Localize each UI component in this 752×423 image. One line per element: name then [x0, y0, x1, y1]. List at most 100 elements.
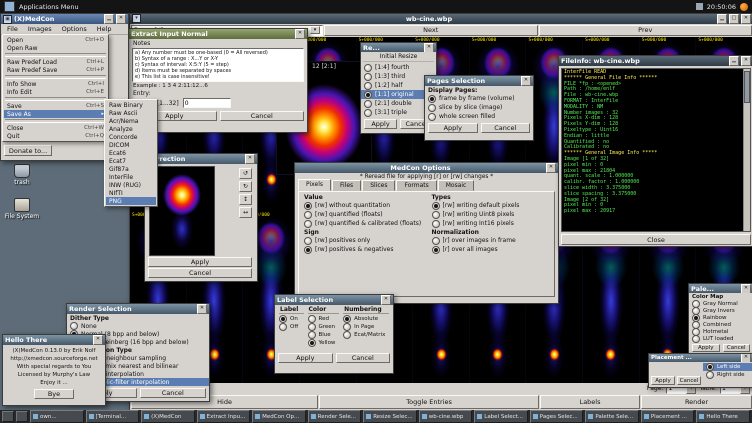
toggle-entries-button[interactable]: Toggle Entries — [319, 395, 539, 409]
placement-titlebar[interactable]: Placement ... ✕ — [649, 354, 752, 362]
menu-item[interactable] — [5, 119, 106, 123]
correction-preview-image[interactable] — [149, 166, 215, 256]
tab[interactable]: Pixels — [298, 179, 331, 191]
tray-icon[interactable] — [696, 3, 703, 10]
radio-option[interactable]: Absolute — [341, 315, 391, 323]
taskbar-button[interactable]: Label Select... — [474, 410, 528, 423]
render-titlebar[interactable]: Render Selection ✕ — [67, 304, 209, 314]
radio-option[interactable]: [rw] positives & negatives — [301, 245, 425, 254]
radio-option[interactable]: Combined — [689, 321, 752, 328]
taskbar-button[interactable]: Render Sele... — [308, 410, 362, 423]
transform-tool-button[interactable]: ↕ — [239, 194, 252, 205]
apply-button[interactable]: Apply — [428, 123, 478, 133]
pages-titlebar[interactable]: Pages Selection ✕ — [425, 76, 533, 86]
radio-option[interactable]: [rw] writing Int16 pixels — [429, 219, 553, 228]
radio-option[interactable]: [rw] without quantitation — [301, 201, 425, 210]
menu-item[interactable]: Close Ctrl+W — [4, 124, 107, 132]
close-button[interactable]: ✕ — [424, 43, 434, 52]
menu-item[interactable]: Raw Predef Save Ctrl+P — [4, 66, 107, 74]
palette-titlebar[interactable]: Pale... ✕ — [689, 284, 752, 293]
close-button[interactable]: ✕ — [741, 284, 751, 293]
close-button[interactable]: ✕ — [741, 354, 751, 362]
radio-option[interactable]: frame by frame (volume) — [425, 94, 533, 103]
menu-item[interactable]: Raw Predef Load Ctrl+L — [4, 58, 107, 66]
apply-button[interactable]: Apply — [651, 376, 675, 385]
labels-button[interactable]: Labels — [540, 395, 640, 409]
workspace-switcher-icon[interactable] — [16, 411, 28, 422]
submenu-item[interactable]: Raw Ascii — [106, 109, 156, 117]
minimize-button[interactable]: ▁ — [729, 56, 739, 66]
close-button[interactable]: ✕ — [546, 163, 556, 173]
menu-item[interactable]: Open Ctrl+O — [4, 36, 107, 44]
applications-menu[interactable]: Applications Menu — [19, 3, 79, 11]
radio-option[interactable]: [rw] positives only — [301, 236, 425, 245]
minimize-button[interactable]: ▁ — [717, 14, 727, 24]
menu-item[interactable]: Open Raw — [4, 44, 107, 52]
tab[interactable]: Formats — [396, 180, 436, 191]
taskbar-button[interactable]: Hello There — [696, 410, 750, 423]
radio-option[interactable]: whole screen filled — [425, 112, 533, 121]
taskbar-button[interactable]: MedCon Op... — [252, 410, 306, 423]
fileinfo-scrollbar[interactable] — [743, 69, 750, 231]
scrollbar-thumb[interactable] — [744, 71, 750, 103]
radio-option[interactable]: Right side — [703, 371, 752, 379]
minimize-button[interactable]: ▁ — [104, 14, 114, 24]
menu-item[interactable] — [5, 97, 106, 101]
fileinfo-close-button[interactable]: Close — [561, 234, 751, 245]
apply-button[interactable]: Apply — [692, 344, 720, 352]
cancel-button[interactable]: Cancel — [481, 123, 531, 133]
medcon-titlebar[interactable]: ▣ (X)MedCon ▁ ✕ — [1, 14, 128, 24]
submenu-item[interactable]: InterFile — [106, 173, 156, 181]
show-desktop-icon[interactable] — [2, 411, 14, 422]
radio-option[interactable]: slice by slice (image) — [425, 103, 533, 112]
menu-item[interactable]: Save Ctrl+S — [4, 102, 107, 110]
bye-button[interactable]: Bye — [34, 389, 74, 399]
menu-item[interactable] — [5, 53, 106, 57]
hello-titlebar[interactable]: Hello There ✕ — [3, 335, 105, 345]
options-titlebar[interactable]: MedCon Options ✕ — [295, 163, 558, 173]
close-button[interactable]: ✕ — [93, 335, 103, 345]
taskbar-button[interactable]: Extract Inpu... — [197, 410, 251, 423]
render-button[interactable]: Render — [641, 395, 752, 409]
close-button[interactable]: ✕ — [116, 14, 126, 24]
menu-bar-item[interactable]: File — [3, 25, 22, 33]
tab[interactable]: Slices — [362, 180, 395, 191]
taskbar-button[interactable]: (X)MedCon — [141, 410, 195, 423]
taskbar-button[interactable]: Palette Sele... — [585, 410, 639, 423]
radio-option[interactable]: Ecat/Matrix — [341, 331, 391, 339]
radio-option[interactable]: Green — [306, 323, 342, 331]
apply-button[interactable]: Apply — [364, 119, 397, 129]
radio-option[interactable]: Blue — [306, 331, 342, 339]
taskbar-button[interactable]: wb-cine.wbp — [419, 410, 473, 423]
next-button[interactable]: Next — [324, 25, 538, 36]
viewer-titlebar[interactable]: ▾ wb-cine.wbp ▁ □ ✕ — [130, 14, 752, 24]
close-button[interactable]: ✕ — [245, 154, 255, 164]
radio-option[interactable]: [rw] writing Uint8 pixels — [429, 210, 553, 219]
radio-option[interactable]: [r] over all images — [429, 245, 553, 254]
cancel-button[interactable]: Cancel — [220, 111, 305, 121]
submenu-item[interactable]: DICOM — [106, 141, 156, 149]
submenu-item[interactable]: Ecat7 — [106, 157, 156, 165]
window-icon[interactable]: ▣ — [3, 15, 12, 24]
radio-option[interactable]: [rw] writing default pixels — [429, 201, 553, 210]
cancel-button[interactable]: Cancel — [723, 344, 751, 352]
label-titlebar[interactable]: Label Selection ✕ — [275, 295, 393, 305]
radio-option[interactable]: Hotmetal — [689, 328, 752, 335]
desktop-icon-filesystem[interactable]: File System — [2, 198, 42, 220]
maximize-button[interactable]: □ — [729, 14, 739, 24]
radio-option[interactable]: LUT loaded — [689, 335, 752, 342]
fileinfo-titlebar[interactable]: FileInfo: wb-cine.wbp ▁ ✕ — [559, 56, 752, 66]
taskbar-button[interactable]: [Terminal... — [86, 410, 140, 423]
submenu-item[interactable]: Ecat6 — [106, 149, 156, 157]
desktop-icon-trash[interactable]: trash — [2, 164, 42, 186]
radio-option[interactable]: Gray Normal — [689, 300, 752, 307]
resize-titlebar[interactable]: Re... ✕ — [361, 43, 436, 52]
menu-bar-item[interactable]: Options — [58, 25, 91, 33]
radio-option[interactable]: [rw] quantified (floats) — [301, 210, 425, 219]
radio-option[interactable]: Off — [277, 323, 306, 331]
radio-option[interactable]: [r] over images in frame — [429, 236, 553, 245]
extract-titlebar[interactable]: Extract Input Normal ✕ — [129, 29, 307, 39]
applications-icon[interactable] — [4, 1, 15, 12]
apply-button[interactable]: Apply — [278, 353, 333, 363]
submenu-item[interactable]: INW (RUG) — [106, 181, 156, 189]
